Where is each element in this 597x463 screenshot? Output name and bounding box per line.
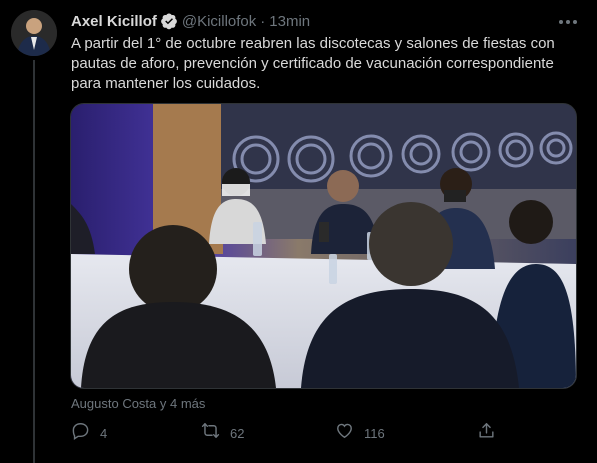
thread-line (33, 60, 35, 463)
verified-badge-icon (160, 12, 178, 30)
tweet-time[interactable]: 13min (269, 13, 310, 30)
retweet-count: 62 (230, 425, 245, 441)
author-name[interactable]: Axel Kicillof (71, 13, 157, 30)
avatar[interactable] (11, 10, 57, 56)
tweet-text-line: pautas de aforo, prevención y certificad… (71, 55, 554, 72)
like-button[interactable]: 116 (335, 421, 385, 445)
like-count: 116 (364, 425, 385, 441)
tweet-text-line: para mantener los cuidados. (71, 75, 261, 92)
reply-icon (71, 421, 90, 445)
tagged-users[interactable]: Augusto Costa y 4 más (71, 396, 205, 411)
more-options-icon[interactable] (556, 10, 580, 34)
like-icon (335, 421, 354, 445)
reply-count: 4 (100, 425, 108, 441)
tweet-text-line: A partir del 1° de octubre reabren las d… (71, 35, 555, 52)
tweet-photo[interactable] (70, 103, 577, 389)
tweet-text: A partir del 1° de octubre reabren las d… (71, 34, 581, 94)
tweet-header: Axel Kicillof @Kicillofok · 13min (71, 11, 310, 31)
separator-dot: · (260, 12, 266, 30)
share-button[interactable] (477, 421, 496, 445)
author-handle[interactable]: @Kicillofok (182, 13, 256, 30)
retweet-button[interactable]: 62 (201, 421, 244, 445)
reply-button[interactable]: 4 (71, 421, 107, 445)
retweet-icon (201, 421, 220, 445)
action-bar: 4 62 116 (71, 421, 511, 445)
tweet[interactable]: Axel Kicillof @Kicillofok · 13min A part… (0, 0, 597, 463)
share-icon (477, 421, 496, 445)
